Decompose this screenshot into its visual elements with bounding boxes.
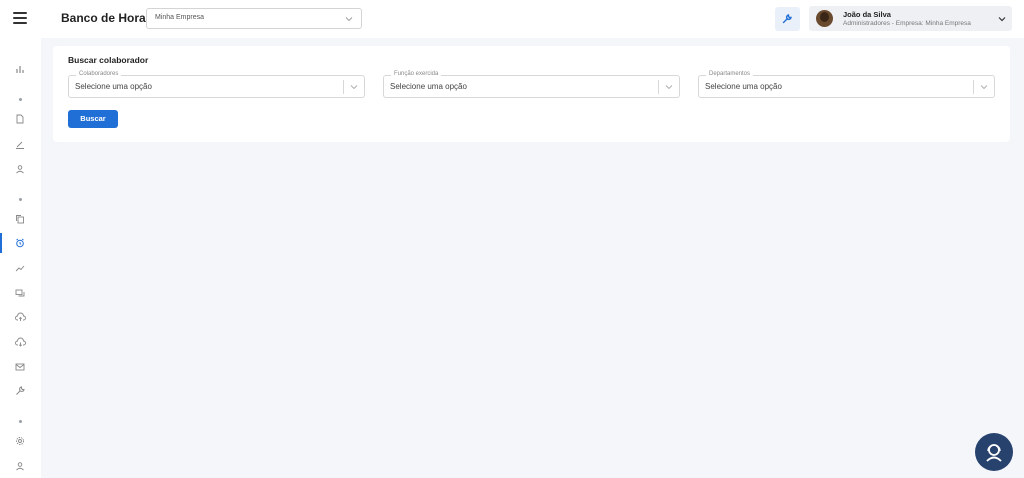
chevron-down-icon [665, 85, 673, 90]
mail-icon [15, 363, 25, 371]
tools-button[interactable] [775, 7, 800, 31]
sidebar-item-tools[interactable] [0, 381, 41, 401]
colaboradores-select[interactable]: Colaboradores Selecione uma opção [68, 71, 365, 98]
company-select[interactable]: Minha Empresa [146, 8, 362, 29]
chevron-down-icon [998, 17, 1006, 22]
cloud-upload-icon [15, 312, 26, 321]
field-value: Selecione uma opção [390, 82, 467, 91]
user-name: João da Silva [843, 10, 891, 19]
app-title: Banco de Horas [61, 11, 153, 25]
gear-icon [16, 437, 24, 445]
alarm-clock-icon [16, 238, 24, 248]
person-icon [16, 462, 24, 471]
sidebar-item-documents[interactable] [0, 109, 41, 129]
sidebar-item-copy[interactable] [0, 209, 41, 229]
field-label: Colaboradores [76, 71, 122, 77]
field-label: Departamentos [706, 71, 754, 77]
chat-icon [15, 289, 25, 297]
company-select-value: Minha Empresa [155, 14, 205, 21]
sidebar-item-edit[interactable] [0, 134, 41, 154]
field-separator [658, 80, 659, 94]
card-title: Buscar colaborador [68, 55, 149, 65]
pen-icon [16, 141, 24, 149]
field-value: Selecione uma opção [75, 82, 152, 91]
sidebar-item-reports[interactable] [0, 258, 41, 278]
sidebar-item-upload[interactable] [0, 307, 41, 327]
field-label: Função exercida [391, 71, 442, 77]
sidebar-item-profile[interactable] [0, 456, 41, 476]
search-button[interactable]: Buscar [68, 110, 118, 128]
sidebar-item-messages[interactable] [0, 283, 41, 303]
sidebar-item-mail[interactable] [0, 357, 41, 377]
user-menu[interactable]: João da Silva Administradores - Empresa:… [809, 6, 1012, 31]
chart-icon [16, 66, 24, 73]
sidebar-item-settings[interactable] [0, 431, 41, 451]
field-separator [343, 80, 344, 94]
cloud-download-icon [15, 337, 26, 347]
funcao-exercida-select[interactable]: Função exercida Selecione uma opção [383, 71, 680, 98]
sidebar-separator [19, 198, 22, 201]
sidebar-item-banco-de-horas[interactable] [0, 233, 41, 253]
wrench-icon [16, 386, 25, 395]
sidebar-separator [19, 98, 22, 101]
search-card: Buscar colaborador Colaboradores Selecio… [53, 46, 1010, 142]
sidebar-item-dashboard[interactable] [0, 59, 41, 79]
sidebar-item-download[interactable] [0, 332, 41, 352]
sidebar [0, 38, 41, 478]
support-button[interactable] [975, 433, 1013, 471]
top-bar: Banco de Horas Minha Empresa João da Sil… [0, 0, 1024, 38]
departamentos-select[interactable]: Departamentos Selecione uma opção [698, 71, 995, 98]
sidebar-separator [19, 420, 22, 423]
sidebar-item-users[interactable] [0, 159, 41, 179]
avatar [816, 10, 833, 27]
chevron-down-icon [980, 85, 988, 90]
support-agent-icon [986, 444, 1002, 462]
chevron-down-icon [345, 17, 353, 22]
wrench-icon [782, 14, 792, 24]
user-role: Administradores - Empresa: Minha Empresa [843, 20, 971, 27]
user-icon [16, 165, 24, 174]
document-icon [16, 114, 24, 124]
chevron-down-icon [350, 85, 358, 90]
field-separator [973, 80, 974, 94]
copy-icon [16, 215, 24, 224]
field-value: Selecione uma opção [705, 82, 782, 91]
trend-line-icon [15, 265, 25, 272]
menu-icon[interactable] [13, 12, 27, 24]
